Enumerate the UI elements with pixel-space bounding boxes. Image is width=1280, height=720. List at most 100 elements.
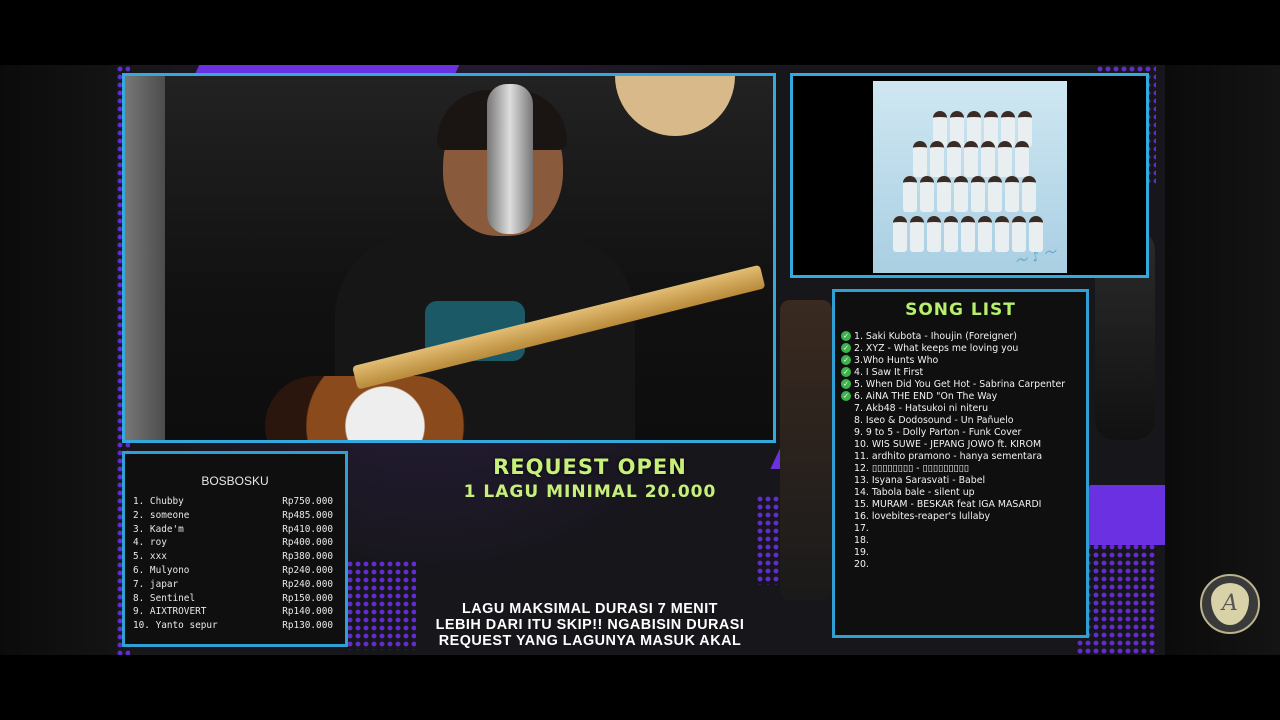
check-circle-icon: ✓ bbox=[841, 355, 851, 365]
leaderboard-row: 9. AIXTROVERT Rp140.000 bbox=[133, 606, 333, 619]
donation-amount: Rp140.000 bbox=[282, 606, 333, 618]
song-title: 9. 9 to 5 - Dolly Parton - Funk Cover bbox=[854, 426, 1022, 438]
song-list-item: ✓ 3.Who Hunts Who bbox=[841, 354, 938, 366]
song-title: 14. Tabola bale - silent up bbox=[854, 486, 975, 498]
song-title: 5. When Did You Get Hot - Sabrina Carpen… bbox=[854, 378, 1066, 390]
leaderboard-row: 6. Mulyono Rp240.000 bbox=[133, 565, 333, 578]
group-member-figure bbox=[913, 141, 927, 177]
donation-amount: Rp485.000 bbox=[282, 509, 333, 521]
electric-guitar-decor bbox=[780, 300, 832, 600]
donation-amount: Rp400.000 bbox=[282, 537, 333, 549]
right-letterbox bbox=[1165, 65, 1280, 655]
leaderboard-row: 4. roy Rp400.000 bbox=[133, 537, 333, 550]
group-member-figure bbox=[1015, 141, 1029, 177]
song-list-item: 13. Isyana Sarasvati - Babel bbox=[841, 474, 985, 486]
song-title: 13. Isyana Sarasvati - Babel bbox=[854, 474, 986, 486]
donor-name: 3. Kade'm bbox=[133, 523, 184, 535]
group-member-figure bbox=[1029, 216, 1043, 252]
song-list-item: ✓ 1. Saki Kubota - Ihoujin (Foreigner) bbox=[841, 330, 1017, 342]
donor-name: 9. AIXTROVERT bbox=[133, 606, 207, 618]
song-list-item: 14. Tabola bale - silent up bbox=[841, 486, 975, 498]
group-member-figure bbox=[964, 141, 978, 177]
song-title: 8. Iseo & Dodosound - Un Pañuelo bbox=[854, 414, 1014, 426]
acoustic-guitar bbox=[615, 76, 735, 136]
group-member-figure bbox=[961, 216, 975, 252]
group-member-figure bbox=[944, 216, 958, 252]
donor-name: 10. Yanto sepur bbox=[133, 620, 218, 632]
song-list-item: 19. bbox=[841, 546, 869, 558]
group-member-figure bbox=[893, 216, 907, 252]
song-title: 18. bbox=[854, 534, 869, 546]
song-list-item: 15. MURAM - BESKAR feat IGA MASARDI bbox=[841, 498, 1041, 510]
song-title: 7. Akb48 - Hatsukoi ni niteru bbox=[854, 402, 989, 414]
check-circle-icon: ✓ bbox=[841, 379, 851, 389]
studio-wall bbox=[125, 76, 165, 440]
leaderboard-row: 8. Sentinel Rp150.000 bbox=[133, 593, 333, 606]
logo-letter-mark: A bbox=[1211, 583, 1249, 625]
group-member-figure bbox=[920, 176, 934, 212]
song-list-item: 17. bbox=[841, 522, 869, 534]
song-title: 20. bbox=[854, 558, 869, 570]
leaderboard-title: BOSBOSKU bbox=[201, 474, 269, 488]
group-member-figure bbox=[1022, 176, 1036, 212]
request-minimum-text: 1 LAGU MINIMAL 20.000 bbox=[463, 482, 717, 502]
group-member-figure bbox=[947, 141, 961, 177]
song-list-panel: SONG LIST ✓ 1. Saki Kubota - Ihoujin (For… bbox=[832, 289, 1089, 638]
song-list-item: 12. ▯▯▯▯▯▯▯▯ - ▯▯▯▯▯▯▯▯▯ bbox=[841, 462, 969, 474]
song-list-item: ✓ 4. I Saw It First bbox=[841, 366, 923, 378]
donor-name: 1. Chubby bbox=[133, 496, 184, 507]
group-member-figure bbox=[971, 176, 985, 212]
donor-name: 7. japar bbox=[133, 578, 179, 590]
song-title: 19. bbox=[854, 546, 869, 558]
song-list-item: 11. ardhito pramono - hanya sementara bbox=[841, 450, 1042, 462]
donation-amount: Rp240.000 bbox=[282, 578, 333, 590]
song-title: 11. ardhito pramono - hanya sementara bbox=[854, 450, 1043, 462]
leaderboard-row: 10. Yanto sepur Rp130.000 bbox=[133, 620, 333, 633]
leaderboard-row: 2. someone Rp485.000 bbox=[133, 510, 333, 523]
donation-amount: Rp150.000 bbox=[282, 592, 333, 604]
song-list-item: ✓ 2. XYZ - What keeps me loving you bbox=[841, 342, 1018, 354]
rule-line: REQUEST YANG LAGUNYA MASUK AKAL bbox=[438, 633, 742, 649]
song-list-item: 9. 9 to 5 - Dolly Parton - Funk Cover bbox=[841, 426, 1021, 438]
rule-line: LAGU MAKSIMAL DURASI 7 MENIT bbox=[462, 601, 718, 617]
group-member-figure bbox=[903, 176, 917, 212]
leaderboard-row: 3. Kade'm Rp410.000 bbox=[133, 524, 333, 537]
now-playing-album-frame: 〜 ♪ 〜 bbox=[790, 73, 1149, 278]
webcam-feed bbox=[122, 73, 776, 443]
song-title: 6. AiNA THE END "On The Way bbox=[854, 390, 998, 402]
microphone bbox=[487, 84, 533, 234]
group-member-figure bbox=[995, 216, 1009, 252]
donation-amount: Rp380.000 bbox=[282, 551, 333, 563]
song-title: 2. XYZ - What keeps me loving you bbox=[854, 342, 1019, 354]
group-member-figure bbox=[954, 176, 968, 212]
donor-name: 4. roy bbox=[133, 537, 167, 549]
donation-amount: Rp410.000 bbox=[282, 523, 333, 535]
donor-name: 5. xxx bbox=[133, 551, 167, 563]
group-member-figure bbox=[937, 176, 951, 212]
group-member-figure bbox=[978, 216, 992, 252]
group-member-figure bbox=[1012, 216, 1026, 252]
request-open-heading: REQUEST OPEN bbox=[493, 455, 687, 479]
check-circle-icon: ✓ bbox=[841, 367, 851, 377]
leaderboard-row: 7. japar Rp240.000 bbox=[133, 579, 333, 592]
song-list-title: SONG LIST bbox=[905, 300, 1016, 320]
group-member-figure bbox=[1005, 176, 1019, 212]
check-circle-icon: ✓ bbox=[841, 331, 851, 341]
donor-name: 8. Sentinel bbox=[133, 592, 196, 604]
song-title: 17. bbox=[854, 522, 869, 534]
group-member-figure bbox=[927, 216, 941, 252]
group-member-figure bbox=[981, 141, 995, 177]
leaderboard-row: 5. xxx Rp380.000 bbox=[133, 551, 333, 564]
song-title: 12. ▯▯▯▯▯▯▯▯ - ▯▯▯▯▯▯▯▯▯ bbox=[854, 462, 969, 474]
guitar-pick-logo-icon[interactable]: A bbox=[1200, 574, 1260, 634]
donor-name: 2. someone bbox=[133, 509, 190, 521]
song-list-item: 16. lovebites-reaper's lullaby bbox=[841, 510, 990, 522]
donation-amount: Rp750.000 bbox=[282, 496, 333, 507]
song-list-item: ✓ 6. AiNA THE END "On The Way bbox=[841, 390, 997, 402]
group-member-figure bbox=[930, 141, 944, 177]
song-list-item: 7. Akb48 - Hatsukoi ni niteru bbox=[841, 402, 988, 414]
group-member-figure bbox=[910, 216, 924, 252]
check-circle-icon: ✓ bbox=[841, 343, 851, 353]
group-member-figure bbox=[998, 141, 1012, 177]
song-title: 4. I Saw It First bbox=[854, 366, 924, 378]
